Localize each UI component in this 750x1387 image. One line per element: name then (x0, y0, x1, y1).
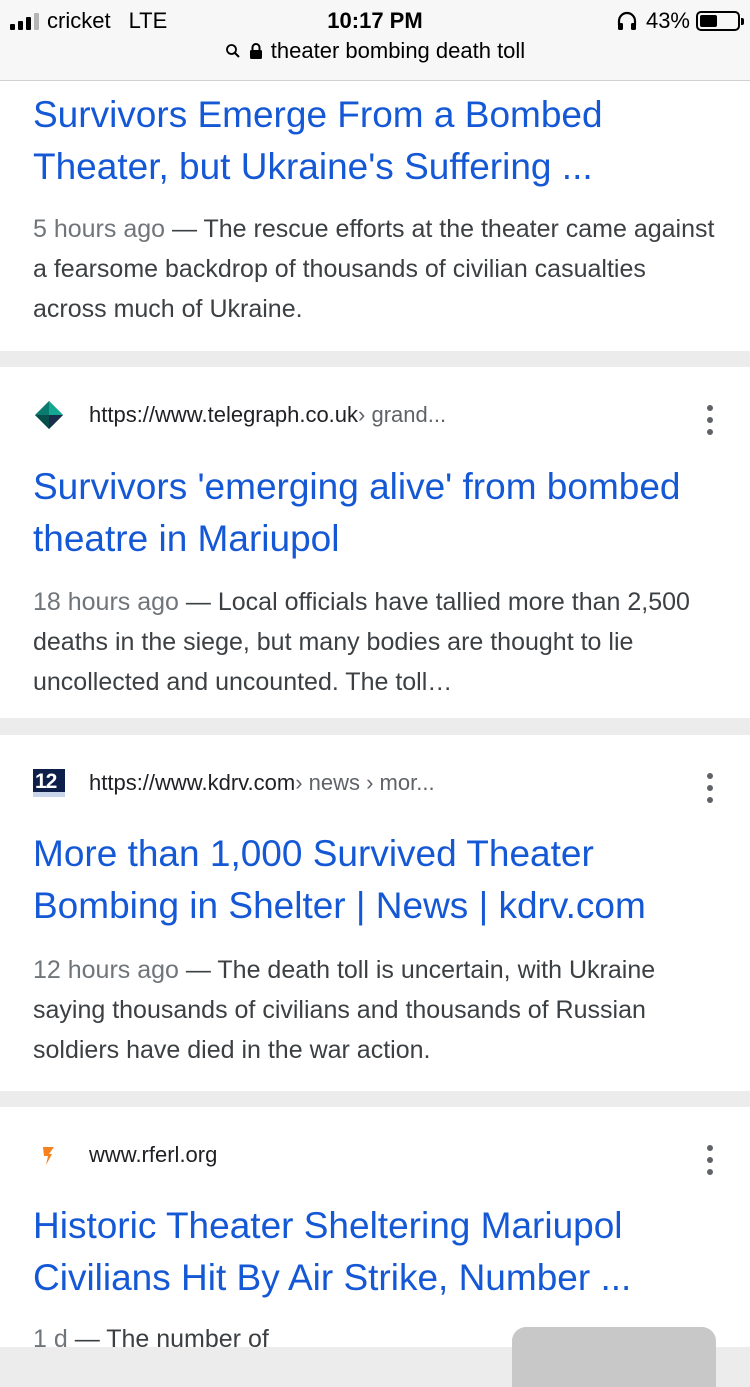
status-bar: cricket LTE 10:17 PM 43% theater bombing… (0, 0, 750, 81)
result-source[interactable]: 12 https://www.kdrv.com › news › mor... (33, 765, 435, 801)
result-title-link[interactable]: Survivors 'emerging alive' from bombed t… (33, 461, 723, 565)
result-source[interactable]: www.rferl.org (33, 1137, 217, 1173)
separator: — (74, 1325, 100, 1353)
result-path: › news › mor... (295, 770, 435, 795)
result-snippet: 18 hours ago — Local officials have tall… (33, 582, 723, 702)
search-icon (225, 44, 240, 58)
search-result: www.rferl.org Historic Theater Shelterin… (0, 1107, 750, 1387)
result-url: www.rferl.org (89, 1142, 218, 1167)
result-snippet: 1 d — The number of (33, 1319, 503, 1359)
search-result: Survivors Emerge From a Bombed Theater, … (0, 81, 750, 351)
result-source[interactable]: https://www.telegraph.co.uk › grand... (33, 397, 446, 433)
telegraph-favicon (33, 399, 65, 431)
url-bar[interactable]: theater bombing death toll (0, 38, 750, 64)
result-url: https://www.telegraph.co.uk (89, 402, 359, 427)
rferl-favicon (33, 1139, 65, 1171)
battery-icon (696, 11, 744, 31)
result-snippet: 12 hours ago — The death toll is uncerta… (33, 950, 723, 1070)
snippet-text: The number of (106, 1325, 269, 1353)
separator: — (185, 588, 211, 616)
separator: — (185, 956, 211, 984)
kdrv-favicon: 12 (33, 767, 65, 799)
search-result: https://www.telegraph.co.uk › grand... S… (0, 367, 750, 718)
result-date: 18 hours ago (33, 588, 179, 616)
status-right: 43% (616, 7, 744, 35)
lock-icon (249, 43, 262, 59)
result-title-link[interactable]: Historic Theater Sheltering Mariupol Civ… (33, 1200, 723, 1304)
result-date: 12 hours ago (33, 956, 179, 984)
result-path: › grand... (358, 402, 447, 427)
more-options-icon[interactable] (706, 1145, 714, 1175)
result-url: https://www.kdrv.com (89, 770, 296, 795)
more-options-icon[interactable] (706, 405, 714, 435)
headphones-icon (617, 11, 637, 30)
result-thumbnail[interactable] (512, 1327, 716, 1387)
separator: — (172, 215, 197, 243)
favicon-text: 12 (35, 770, 57, 793)
url-query: theater bombing death toll (270, 38, 526, 63)
result-title-link[interactable]: More than 1,000 Survived Theater Bombing… (33, 828, 723, 932)
result-title-link[interactable]: Survivors Emerge From a Bombed Theater, … (33, 89, 723, 193)
more-options-icon[interactable] (706, 773, 714, 803)
result-snippet: 5 hours ago — The rescue efforts at the … (33, 209, 723, 329)
result-date: 5 hours ago (33, 215, 166, 243)
battery-percent: 43% (645, 8, 690, 33)
result-date: 1 d (33, 1325, 68, 1353)
search-result: 12 https://www.kdrv.com › news › mor... … (0, 735, 750, 1091)
